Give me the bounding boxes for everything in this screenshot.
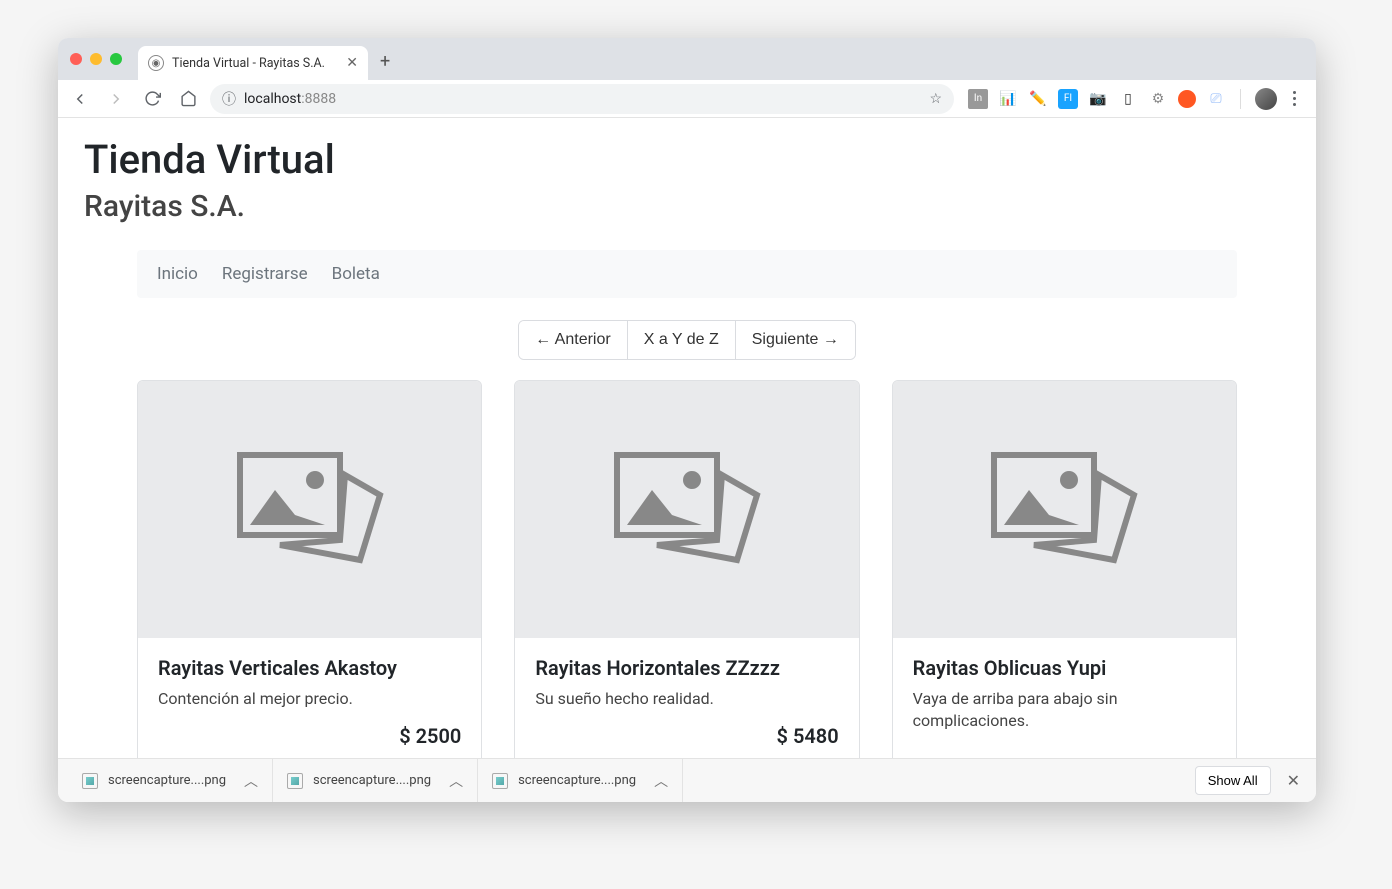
extension-icon[interactable]: In [968,89,988,109]
bookmark-star-icon[interactable]: ☆ [929,91,942,107]
product-description: Su sueño hecho realidad. [535,688,838,710]
url-port: :8888 [301,91,336,107]
browser-toolbar: ⓘ localhost:8888 ☆ In 📊 ✏️ FI 📷 ▯ ⚙ ⎚ [58,80,1316,118]
next-button[interactable]: Siguiente → [736,321,855,359]
file-icon [492,773,508,789]
product-description: Contención al mejor precio. [158,688,461,710]
chevron-up-icon[interactable]: ︿ [449,771,463,791]
close-downloads-bar-button[interactable]: ✕ [1281,771,1306,790]
new-tab-button[interactable]: + [380,51,390,72]
toolbar-divider [1240,89,1241,109]
back-button[interactable] [66,85,94,113]
url-host: localhost [244,91,301,107]
product-price: $ 2500 [158,724,461,748]
reload-button[interactable] [138,85,166,113]
window-titlebar: ◉ Tienda Virtual - Rayitas S.A. ✕ + [58,38,1316,80]
product-card[interactable]: Rayitas Oblicuas Yupi Vaya de arriba par… [892,380,1237,758]
product-image-placeholder [893,381,1236,638]
extension-icon[interactable]: ⚙ [1148,89,1168,109]
download-item[interactable]: screencapture....png ︿ [478,759,683,802]
product-price: $ 5480 [535,724,838,748]
extension-icon[interactable]: 📊 [998,89,1018,109]
downloads-bar: screencapture....png ︿ screencapture....… [58,758,1316,802]
prev-button[interactable]: ← Anterior [519,321,628,359]
extension-icon[interactable] [1178,90,1196,108]
page-title: Tienda Virtual [84,136,1290,183]
browser-window: ◉ Tienda Virtual - Rayitas S.A. ✕ + ⓘ lo… [58,38,1316,802]
product-grid: Rayitas Verticales Akastoy Contención al… [137,380,1237,758]
address-bar[interactable]: ⓘ localhost:8888 ☆ [210,84,954,114]
product-title: Rayitas Oblicuas Yupi [913,656,1216,680]
download-filename: screencapture....png [518,773,636,788]
extension-icon[interactable]: FI [1058,89,1078,109]
nav-boleta[interactable]: Boleta [332,264,380,284]
file-icon [82,773,98,789]
pagination-group: ← Anterior X a Y de Z Siguiente → [518,320,856,360]
product-title: Rayitas Horizontales ZZzzz [535,656,838,680]
product-title: Rayitas Verticales Akastoy [158,656,461,680]
file-icon [287,773,303,789]
chevron-up-icon[interactable]: ︿ [244,771,258,791]
extensions-area: In 📊 ✏️ FI 📷 ▯ ⚙ ⎚ [962,88,1308,110]
browser-menu-button[interactable] [1287,91,1302,106]
extension-icon[interactable]: 📷 [1088,89,1108,109]
maximize-window-button[interactable] [110,53,122,65]
home-button[interactable] [174,85,202,113]
product-image-placeholder [138,381,481,638]
nav-inicio[interactable]: Inicio [157,264,198,284]
tab-title: Tienda Virtual - Rayitas S.A. [172,56,325,71]
browser-tab[interactable]: ◉ Tienda Virtual - Rayitas S.A. ✕ [138,46,368,80]
extension-icon[interactable]: ✏️ [1028,89,1048,109]
product-card[interactable]: Rayitas Verticales Akastoy Contención al… [137,380,482,758]
minimize-window-button[interactable] [90,53,102,65]
window-controls [70,53,122,65]
site-info-icon[interactable]: ⓘ [222,89,236,109]
profile-avatar[interactable] [1255,88,1277,110]
pagination: ← Anterior X a Y de Z Siguiente → [137,320,1237,360]
forward-button[interactable] [102,85,130,113]
product-card-body: Rayitas Oblicuas Yupi Vaya de arriba par… [893,638,1236,758]
range-indicator[interactable]: X a Y de Z [628,321,736,359]
product-image-placeholder [515,381,858,638]
show-all-downloads-button[interactable]: Show All [1195,766,1271,795]
site-navbar: Inicio Registrarse Boleta [137,250,1237,298]
close-tab-button[interactable]: ✕ [346,55,358,71]
extension-icon[interactable]: ▯ [1118,89,1138,109]
download-item[interactable]: screencapture....png ︿ [273,759,478,802]
close-window-button[interactable] [70,53,82,65]
product-card[interactable]: Rayitas Horizontales ZZzzz Su sueño hech… [514,380,859,758]
product-card-body: Rayitas Verticales Akastoy Contención al… [138,638,481,758]
download-item[interactable]: screencapture....png ︿ [68,759,273,802]
extension-icon[interactable]: ⎚ [1206,89,1226,109]
main-container: Inicio Registrarse Boleta ← Anterior X a… [137,250,1237,758]
download-filename: screencapture....png [108,773,226,788]
nav-registrarse[interactable]: Registrarse [222,264,308,284]
page-content: Tienda Virtual Rayitas S.A. Inicio Regis… [58,118,1316,758]
product-card-body: Rayitas Horizontales ZZzzz Su sueño hech… [515,638,858,758]
download-filename: screencapture....png [313,773,431,788]
page-subtitle: Rayitas S.A. [84,189,1290,224]
chevron-up-icon[interactable]: ︿ [654,771,668,791]
product-description: Vaya de arriba para abajo sin complicaci… [913,688,1216,733]
favicon-icon: ◉ [148,55,164,71]
